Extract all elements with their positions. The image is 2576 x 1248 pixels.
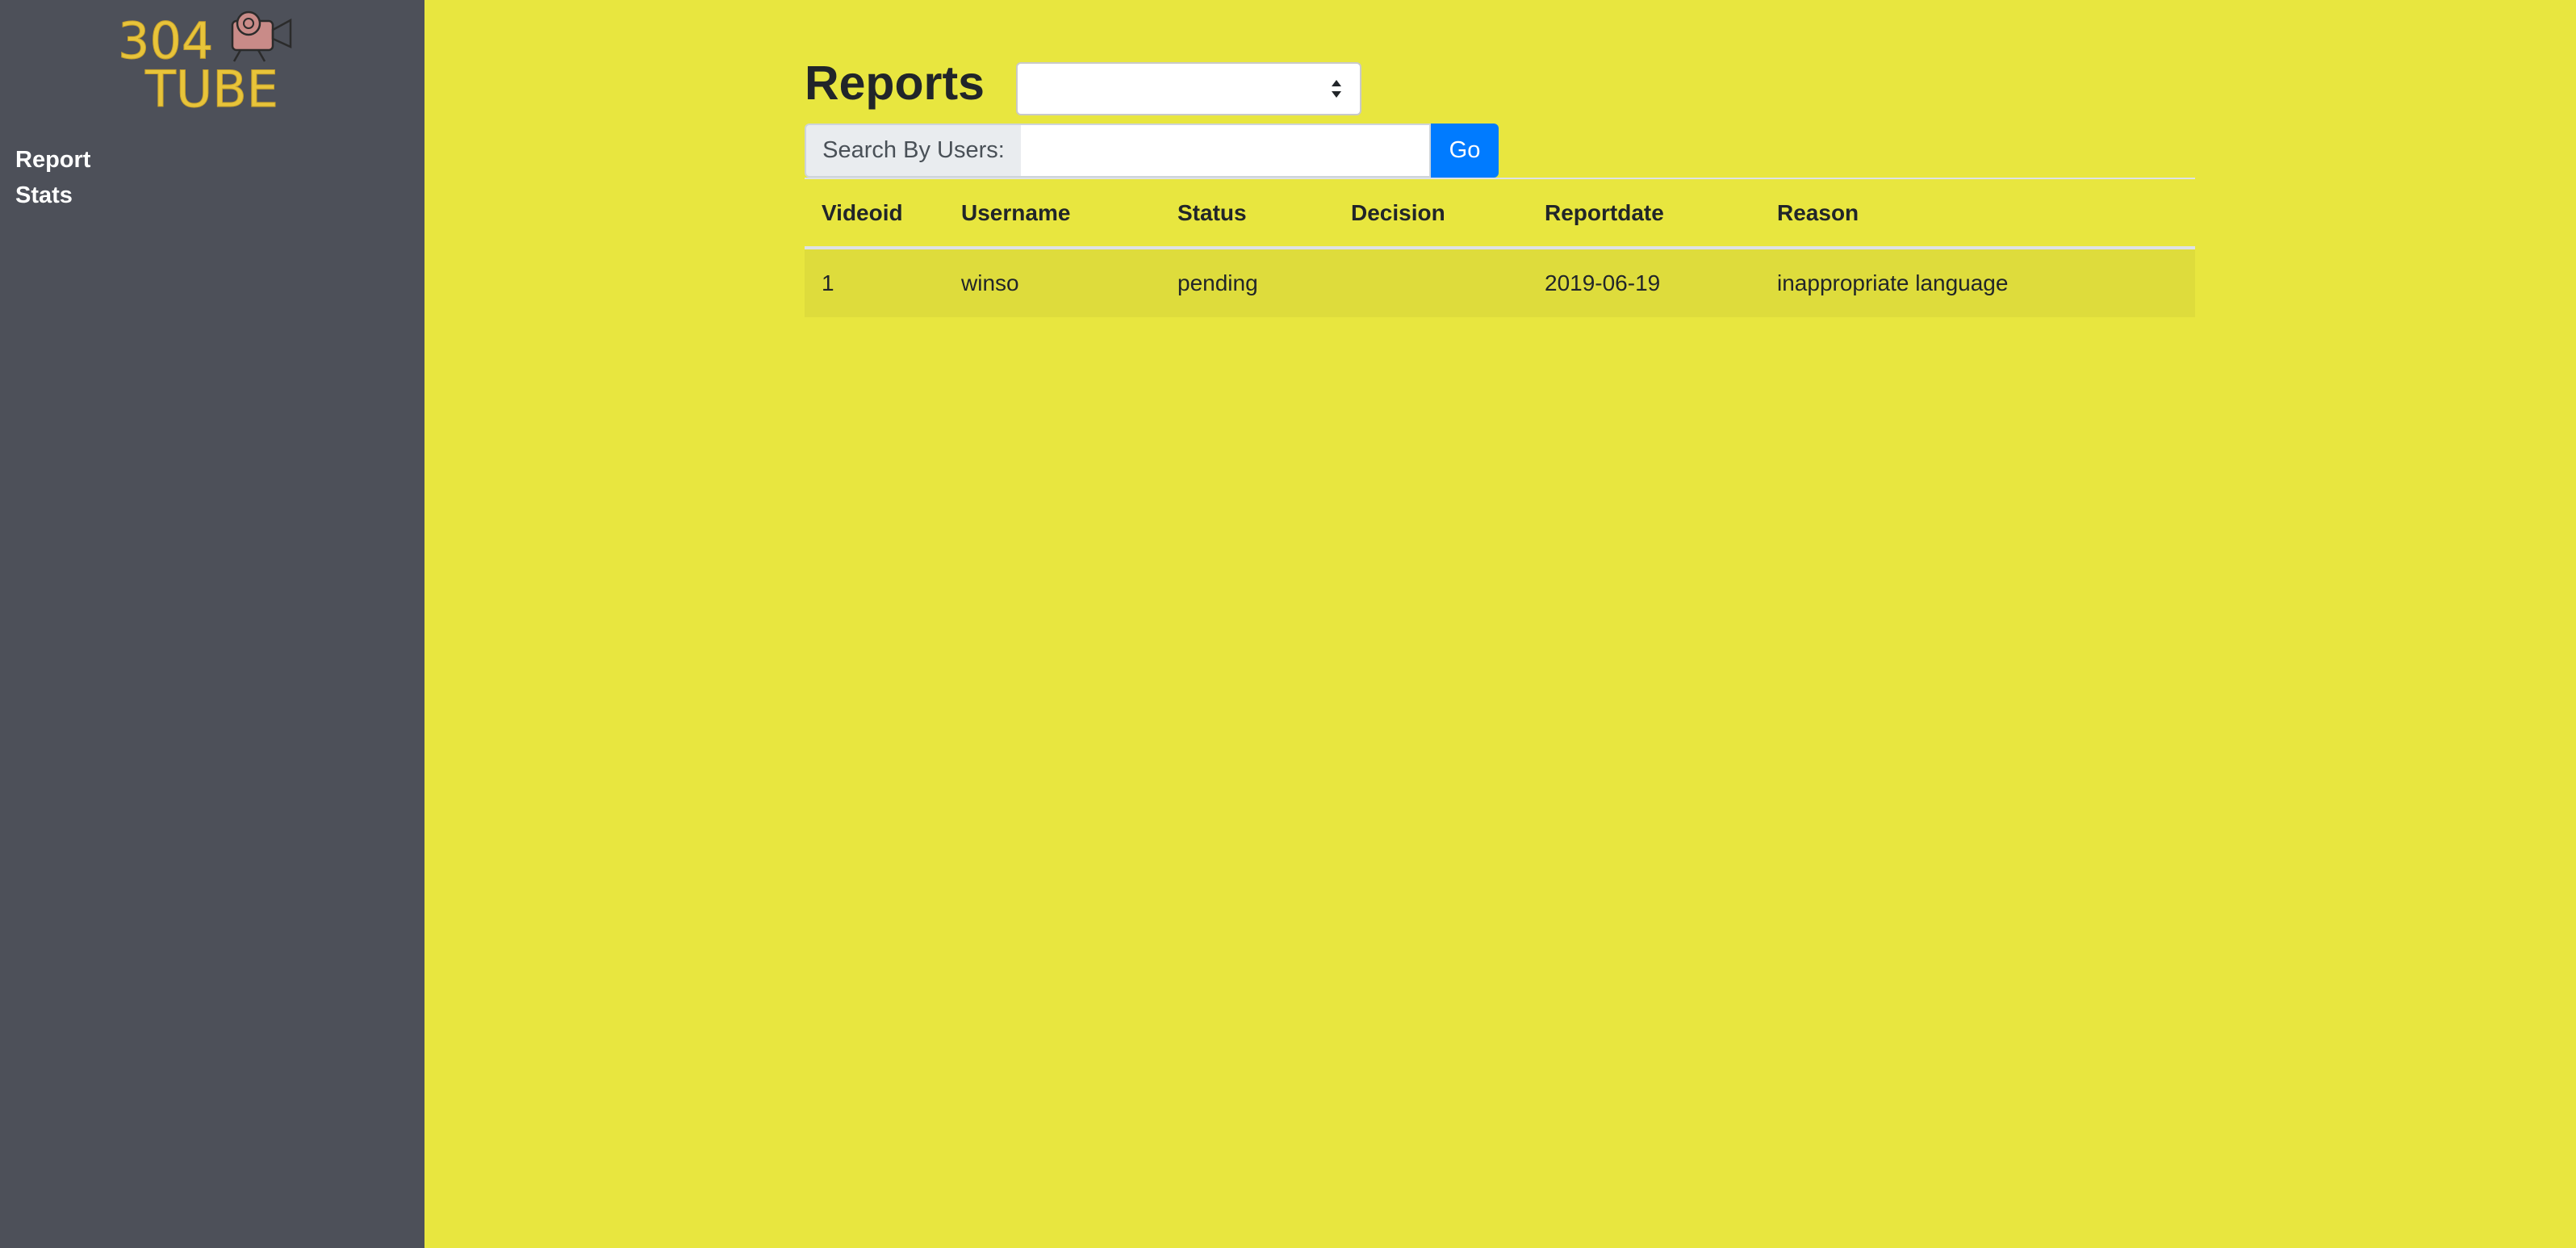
cell-reportdate: 2019-06-19 <box>1545 270 1661 295</box>
sidebar-nav: Report Stats <box>15 142 90 213</box>
sidebar: 304 TUBE Report Stats <box>0 0 424 1248</box>
sidebar-item-stats[interactable]: Stats <box>15 178 90 213</box>
logo: 304 TUBE <box>118 10 292 113</box>
column-header-reportdate: Reportdate <box>1528 178 1760 249</box>
column-header-reason: Reason <box>1760 178 2195 249</box>
page-title: Reports <box>805 57 985 110</box>
reports-table: Videoid Username Status Decision Reportd… <box>805 178 2195 317</box>
column-header-decision: Decision <box>1334 178 1528 249</box>
sidebar-item-report[interactable]: Report <box>15 142 90 178</box>
table-header: Videoid Username Status Decision Reportd… <box>805 178 2195 249</box>
title-row: Reports <box>805 57 2196 121</box>
cell-decision <box>1334 248 1528 317</box>
table-header-row: Videoid Username Status Decision Reportd… <box>805 178 2195 249</box>
column-header-status: Status <box>1160 178 1334 249</box>
go-button[interactable]: Go <box>1431 124 1499 178</box>
camera-icon <box>231 10 292 62</box>
sort-arrows-icon <box>1332 80 1341 98</box>
column-header-username: Username <box>944 178 1160 249</box>
cell-reason: inappropriate language <box>1777 270 2009 295</box>
table-row[interactable]: 1 winso pending 2019-06-19 inappropriate… <box>805 248 2195 317</box>
column-header-videoid: Videoid <box>805 178 944 249</box>
logo-text-bottom: TUBE <box>144 60 278 113</box>
search-label: Search By Users: <box>805 124 1022 178</box>
filter-select[interactable] <box>1016 62 1361 115</box>
search-users-input[interactable] <box>1021 124 1431 178</box>
cell-username: winso <box>961 270 1019 295</box>
cell-status: pending <box>1177 270 1258 295</box>
table-body: 1 winso pending 2019-06-19 inappropriate… <box>805 248 2195 317</box>
cell-videoid: 1 <box>822 270 834 295</box>
